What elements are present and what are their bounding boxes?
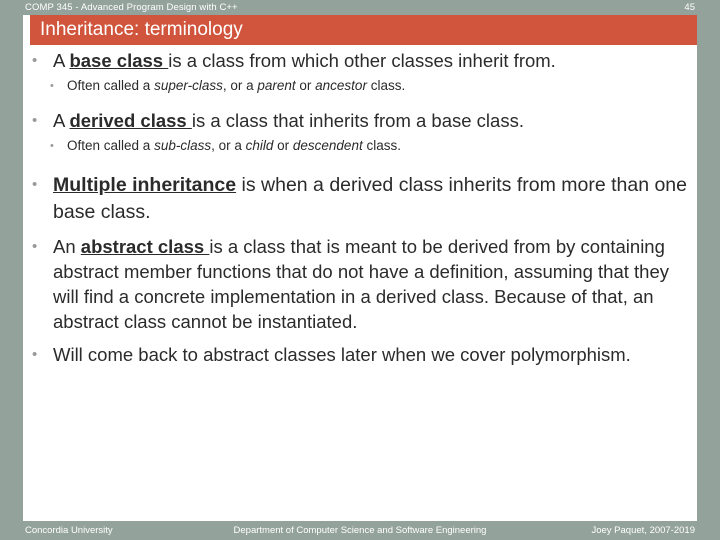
left-margin-band [0,0,23,540]
bullet-marker-icon: • [32,238,38,255]
subbullet-super-i3: ancestor [315,78,367,93]
term-derived-class: derived class [69,110,192,131]
slide-content: • A base class is a class from which oth… [23,48,697,518]
subbullet-sub-i1: sub-class [154,138,212,153]
subbullet-super-class: • Often called a super-class, or a paren… [50,76,697,96]
bullet-base-class-pre: A [53,50,70,71]
subbullet-sub-p2: , or a [211,138,246,153]
subbullet-super-p2: , or a [222,78,258,93]
subbullet-sub-i3: descendent [292,138,363,153]
subbullet-super-p4: class. [366,78,406,93]
subbullet-sub-p1: Often called a [67,138,155,153]
slide-title: Inheritance: terminology [40,19,243,40]
bullet-polymorphism: • Will come back to abstract classes lat… [32,342,697,367]
course-title: COMP 345 - Advanced Program Design with … [25,2,238,13]
bullet-base-class-post: is a class from which other classes inhe… [168,50,556,71]
subbullet-super-p1: Often called a [67,78,155,93]
bullet-marker-icon: • [32,112,38,129]
subbullet-super-i2: parent [257,78,296,93]
subbullet-super-i1: super-class [154,78,223,93]
term-base-class: base class [69,50,169,71]
subbullet-sub-p4: class. [362,138,401,153]
bullet-derived-class-post: is a class that inherits from a base cla… [191,110,524,131]
subbullet-sub-i2: child [245,138,274,153]
bullet-marker-icon: • [32,346,38,363]
bullet-marker-icon: • [32,176,38,193]
bullet-abstract-class: • An abstract class is a class that is m… [32,234,697,334]
slide: COMP 345 - Advanced Program Design with … [0,0,720,540]
subbullet-super-p3: or [295,78,316,93]
subbullet-marker-icon: • [50,140,54,152]
bullet-multiple-inheritance: • Multiple inheritance is when a derived… [32,172,697,226]
bullet-marker-icon: • [32,52,38,69]
bullet-polymorphism-text: Will come back to abstract classes later… [53,344,631,365]
term-multiple-inheritance: Multiple inheritance [53,174,237,196]
subbullet-sub-p3: or [273,138,293,153]
right-margin-band [697,0,720,540]
footer-copyright: Joey Paquet, 2007-2019 [591,525,695,536]
bullet-base-class: • A base class is a class from which oth… [32,48,697,73]
subbullet-marker-icon: • [50,80,54,92]
bullet-derived-class-pre: A [53,110,70,131]
footer-university: Concordia University [25,525,113,536]
bullet-abstract-class-pre: An [53,236,81,257]
subbullet-sub-class: • Often called a sub-class, or a child o… [50,136,697,156]
bullet-derived-class: • A derived class is a class that inheri… [32,108,697,133]
slide-number: 45 [684,2,695,13]
term-abstract-class: abstract class [80,236,210,257]
